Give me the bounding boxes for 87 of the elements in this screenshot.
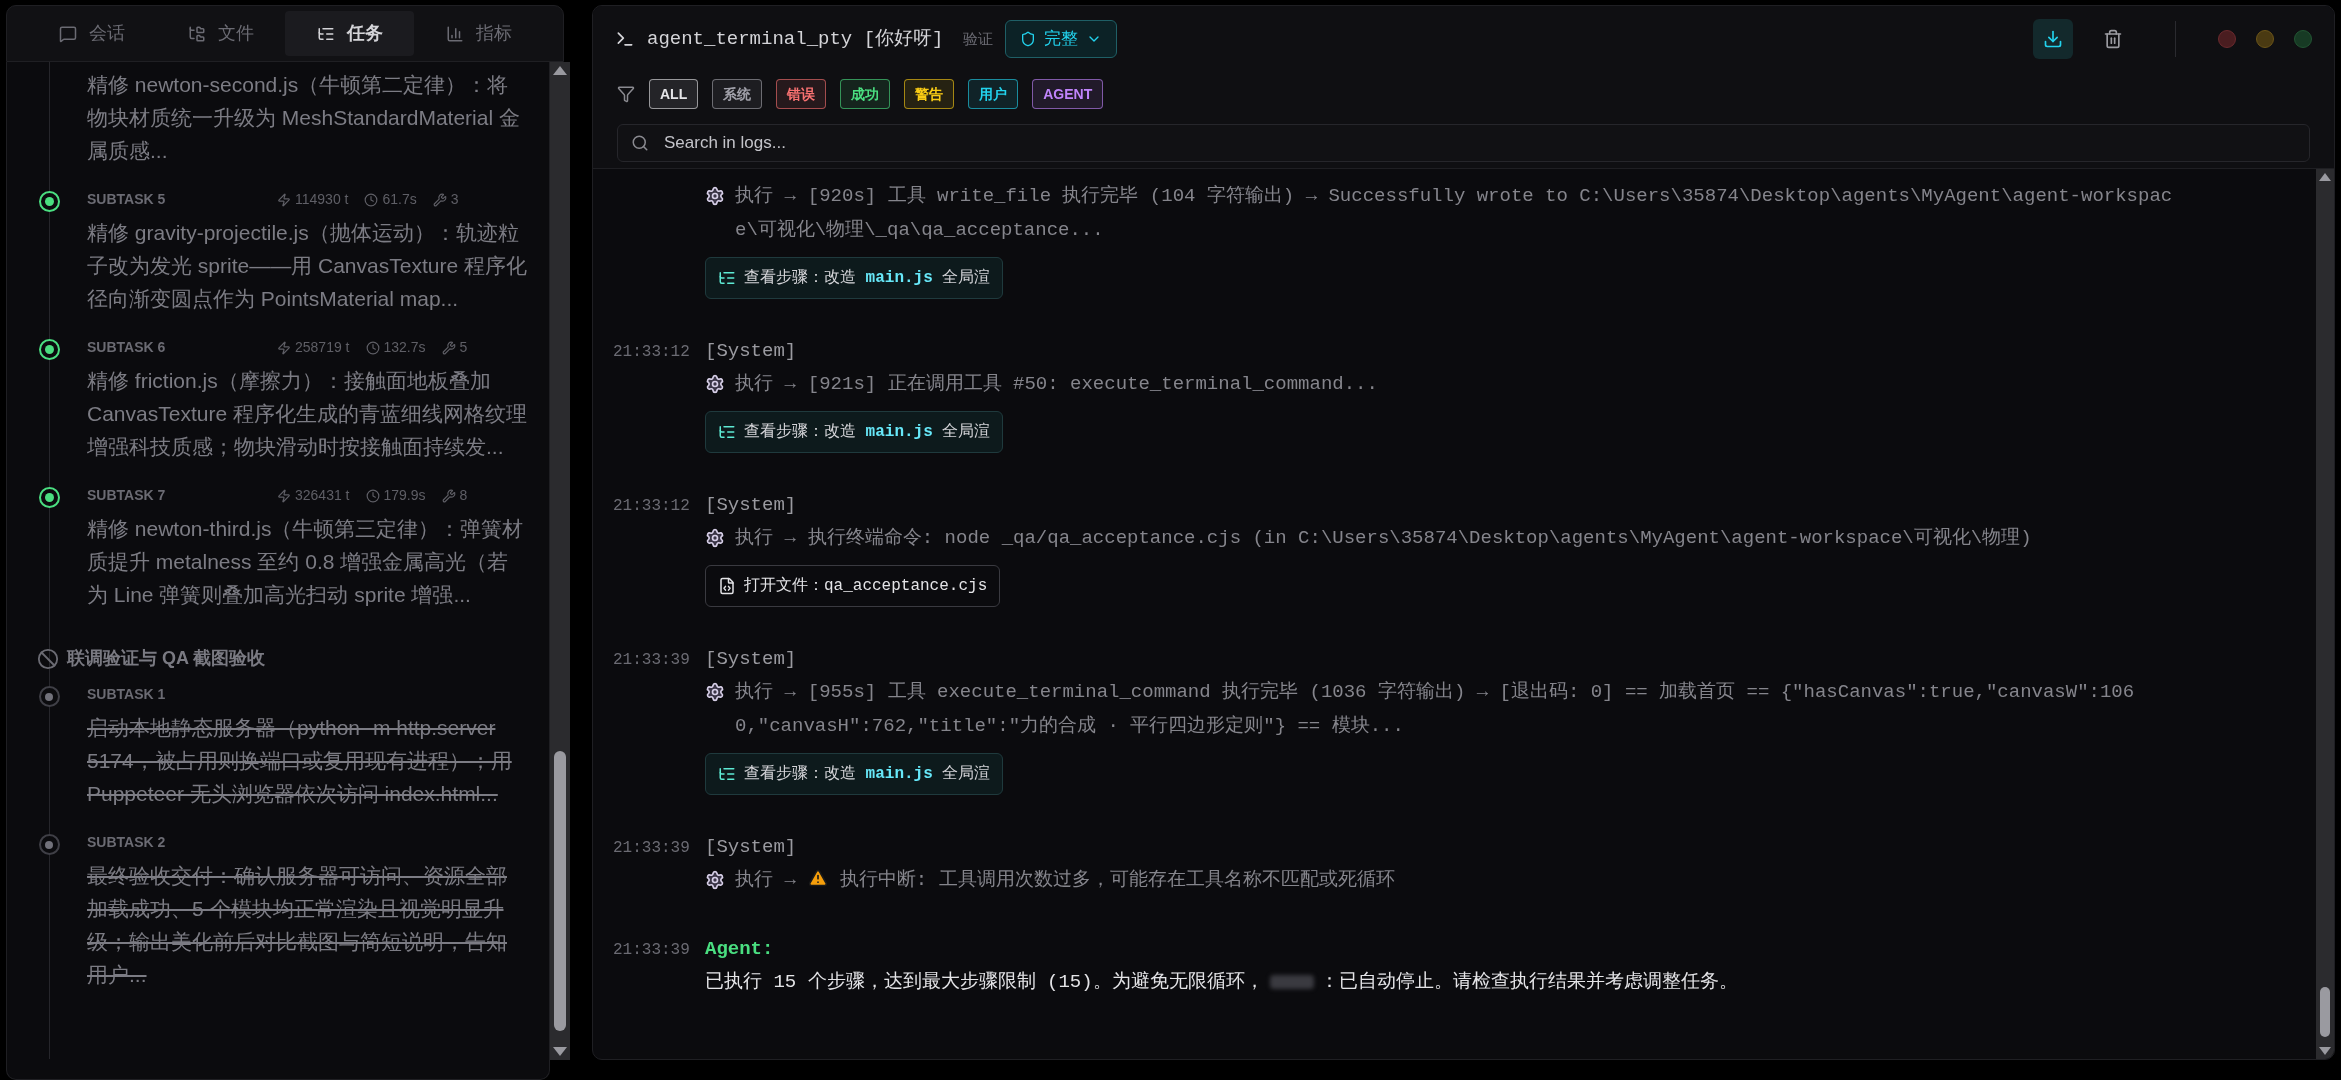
view-steps-button[interactable]: 查看步骤：改造 main.js 全局渲 bbox=[705, 753, 1004, 795]
subtask-label: SUBTASK 7 bbox=[87, 486, 167, 505]
filter-chip[interactable]: 警告 bbox=[904, 79, 955, 109]
log-source: Agent: bbox=[705, 937, 775, 962]
bolt-icon bbox=[277, 488, 291, 503]
log-time: 21:33:12 bbox=[613, 343, 690, 361]
blurred-text bbox=[1269, 975, 1314, 989]
log-time: 21:33:39 bbox=[613, 651, 690, 669]
duration: 132.7s bbox=[383, 338, 426, 357]
view-steps-button[interactable]: 查看步骤：改造 main.js 全局渲 bbox=[705, 411, 1004, 453]
clock-icon bbox=[364, 192, 379, 207]
gear-icon bbox=[705, 186, 725, 206]
file-code-icon bbox=[718, 577, 736, 595]
terminal-title: agent_terminal_pty [你好呀] bbox=[647, 26, 944, 52]
bolt-icon bbox=[277, 340, 291, 355]
tab[interactable]: 文件 bbox=[156, 11, 285, 56]
verify-label: 验证 bbox=[963, 28, 994, 49]
gear-icon bbox=[705, 528, 725, 548]
list-icon bbox=[718, 765, 736, 783]
list-icon bbox=[718, 423, 736, 441]
tab-icon bbox=[445, 24, 464, 43]
tab[interactable]: 会话 bbox=[27, 11, 156, 56]
token-count: 258719 t bbox=[295, 338, 350, 357]
tab-icon bbox=[58, 24, 77, 43]
wrench-icon bbox=[432, 192, 447, 207]
bolt-icon bbox=[277, 192, 291, 207]
subtask-label: SUBTASK 2 bbox=[87, 833, 167, 852]
subtask-label: SUBTASK 1 bbox=[87, 685, 167, 704]
download-icon bbox=[2043, 29, 2063, 49]
verify-mode-dropdown[interactable]: 完整 bbox=[1005, 20, 1118, 58]
subtask-description: 精修 friction.js（摩擦力）：接触面地板叠加 CanvasTexture 程序化生成的青蓝细线网格纹理增强科技质感；物块滑动时按接触面持续发... bbox=[87, 368, 527, 460]
duration: 61.7s bbox=[382, 190, 417, 209]
scrollbar[interactable] bbox=[2316, 169, 2334, 1059]
log-message: 执行 → 执行终端命令: node _qa/qa_acceptance.cjs (in C:\Users\35874\Desktop\agents\MyAgent\agent-workspace\可视化\物理) bbox=[735, 526, 2032, 551]
group-title: 联调验证与 QA 截图验收 bbox=[67, 647, 266, 670]
tab-icon bbox=[187, 24, 206, 43]
gear-icon bbox=[705, 870, 725, 890]
duration: 179.9s bbox=[383, 486, 426, 505]
filter-chip[interactable]: 成功 bbox=[840, 79, 891, 109]
token-count: 114930 t bbox=[295, 190, 349, 209]
filter-chip[interactable]: AGENT bbox=[1032, 79, 1104, 109]
filter-chip[interactable]: 用户 bbox=[968, 79, 1019, 109]
trash-icon bbox=[2103, 29, 2123, 49]
log-source: [System] bbox=[705, 493, 798, 518]
subtask-label: SUBTASK 5 bbox=[87, 190, 167, 209]
token-count: 326431 t bbox=[295, 486, 350, 505]
filter-icon bbox=[617, 85, 635, 103]
tab[interactable]: 指标 bbox=[414, 11, 543, 56]
log-time: 21:33:39 bbox=[613, 941, 690, 959]
agent-message: 已执行 15 个步骤，达到最大步骤限制 (15)。为避免无限循环， ：已自动停止。请检查执行结果并考虑调整任务。 bbox=[705, 970, 1739, 995]
tool-count: 3 bbox=[450, 190, 459, 209]
clock-icon bbox=[365, 488, 380, 503]
filter-chip[interactable]: 错误 bbox=[776, 79, 827, 109]
view-steps-button[interactable]: 查看步骤：改造 main.js 全局渲 bbox=[705, 257, 1004, 299]
filter-chip[interactable]: ALL bbox=[649, 79, 699, 109]
scrollbar[interactable] bbox=[550, 62, 570, 1060]
subtask-description: 最终验收交付：确认服务器可访问、资源全部加载成功、5 个模块均正常渲染且视觉明显升级；输出美化前后对比截图与简短说明，告知用户... bbox=[87, 863, 508, 988]
log-time: 21:33:12 bbox=[613, 497, 690, 515]
log-source: [System] bbox=[705, 339, 798, 364]
wrench-icon bbox=[441, 340, 456, 355]
log-time: 21:33:39 bbox=[613, 839, 690, 857]
log-message: 执行 → [921s] 正在调用工具 #50: execute_terminal_command... bbox=[735, 372, 1378, 397]
subtask-description: 精修 gravity-projectile.js（抛体运动）：轨迹粒子改为发光 sprite——用 CanvasTexture 程序化径向渐变圆点作为 PointsMaterial map... bbox=[87, 220, 527, 312]
download-button[interactable] bbox=[2033, 19, 2073, 59]
wrench-icon bbox=[441, 488, 456, 503]
open-file-button[interactable]: 打开文件：qa_acceptance.cjs bbox=[705, 565, 1001, 607]
log-message: 执行 → 执行中断: 工具调用次数过多，可能存在工具名称不匹配或死循环 bbox=[735, 867, 1395, 893]
subtask-label: SUBTASK 6 bbox=[87, 338, 167, 357]
tab[interactable]: 任务 bbox=[285, 11, 414, 56]
log-source: [System] bbox=[705, 647, 798, 672]
search-field[interactable]: Search in logs... bbox=[617, 124, 2310, 162]
terminal-icon bbox=[615, 29, 635, 49]
log-message: 执行 → [955s] 工具 execute_terminal_command 执行完毕 (1036 字符输出) → [退出码: 0] == 加载首页 == {"hasCanvas":true,"canvasW":1060,"canvasH":762,"title":"力的合成 · 平行四边形定则"} == 模块... bbox=[735, 680, 2136, 739]
gear-icon bbox=[705, 374, 725, 394]
list-icon bbox=[718, 269, 736, 287]
subtask-description: 启动本地静态服务器（python -m http.server 5174，被占用则换端口或复用现有进程）；用 Puppeteer 无头浏览器依次访问 index.html... bbox=[87, 715, 513, 807]
gear-icon bbox=[705, 682, 725, 702]
filter-chip[interactable]: 系统 bbox=[712, 79, 763, 109]
search-icon bbox=[631, 134, 649, 152]
subtask-description: 精修 newton-third.js（牛顿第三定律）：弹簧材质提升 metalness 至约 0.8 增强金属高光（若为 Line 弹簧则叠加高光扫动 sprite 增强... bbox=[87, 516, 525, 608]
clock-icon bbox=[365, 340, 380, 355]
log-source: [System] bbox=[705, 835, 798, 860]
tool-count: 5 bbox=[459, 338, 468, 357]
log-message: 执行 → [920s] 工具 write_file 执行完毕 (104 字符输出) → Successfully wrote to C:\Users\35874\Desktop\agents\MyAgent\agent-workspace\可视化\物理\_qa\qa_acceptance... bbox=[735, 184, 2174, 243]
subtask-description: 精修 newton-second.js（牛顿第二定律）：将物块材质统一升级为 MeshStandardMaterial 金属质感... bbox=[87, 72, 521, 164]
tool-count: 8 bbox=[459, 486, 468, 505]
shield-icon bbox=[1020, 31, 1037, 47]
